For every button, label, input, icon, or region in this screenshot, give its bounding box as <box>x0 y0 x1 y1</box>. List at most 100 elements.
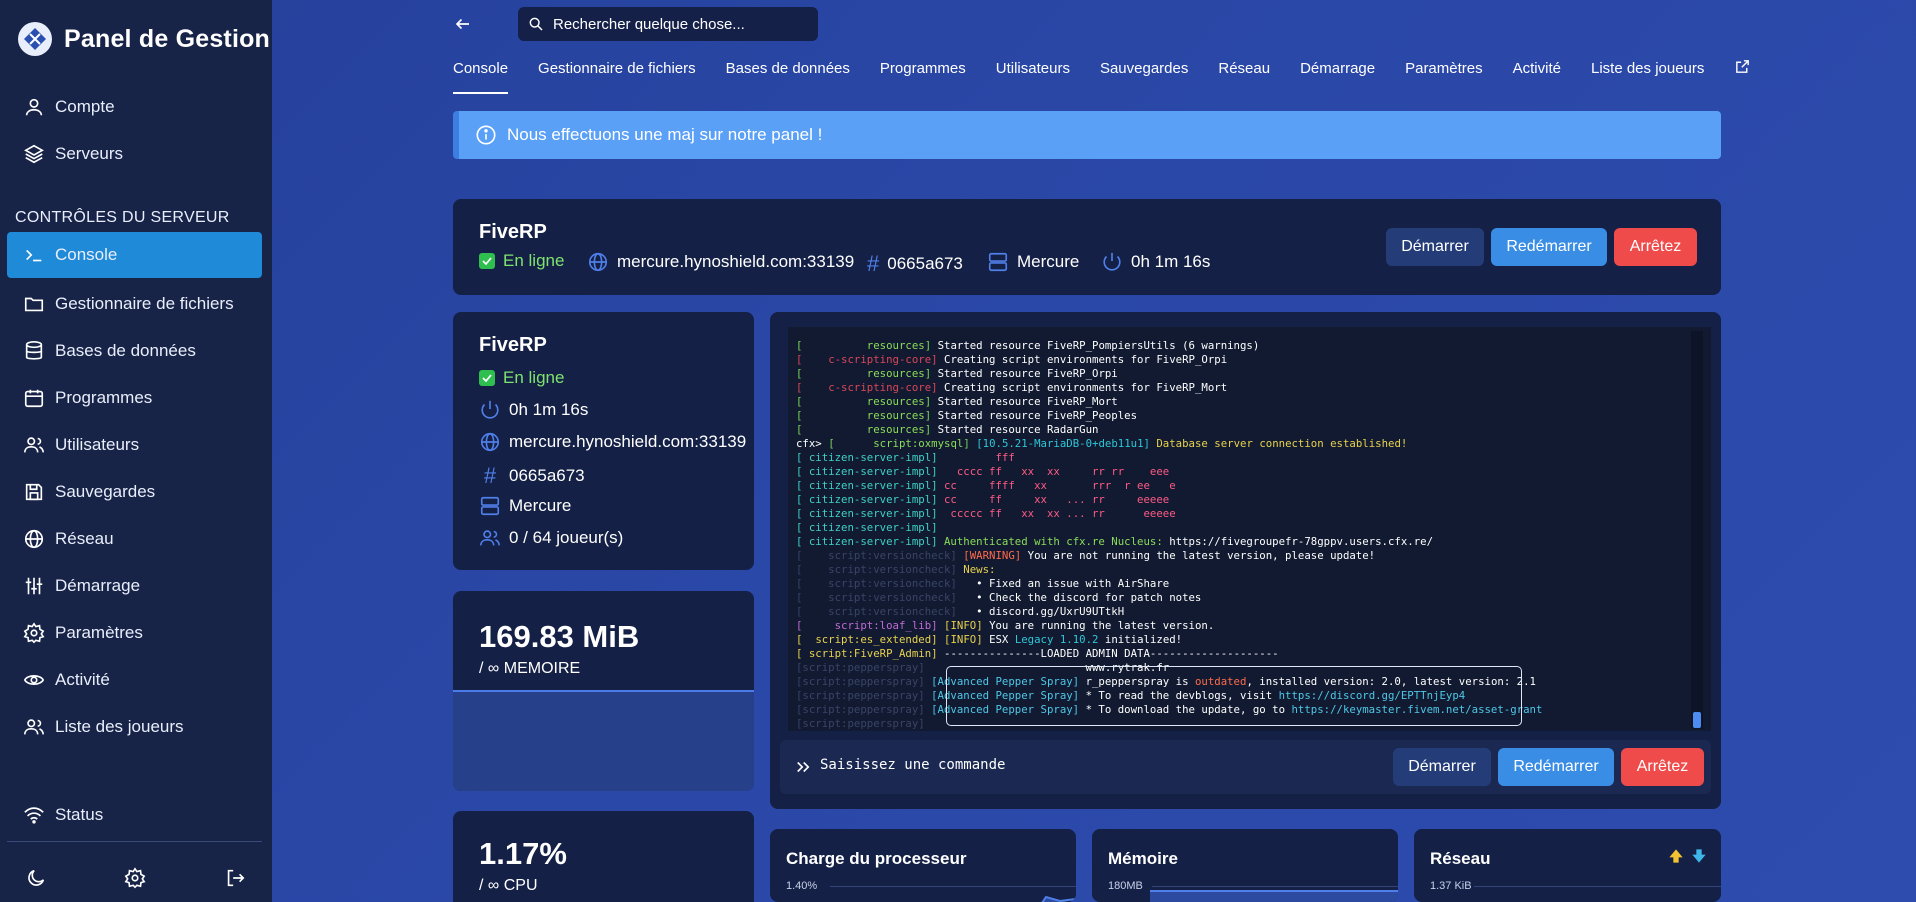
sidebar-item-label: Bases de données <box>55 341 196 360</box>
terminal-segment: ] <box>931 353 945 366</box>
terminal-segment: c-scripting-core <box>828 353 932 366</box>
back-button[interactable] <box>450 11 476 37</box>
tab-utilisateurs[interactable]: Utilisateurs <box>996 60 1070 94</box>
tab-sauvegardes[interactable]: Sauvegardes <box>1100 60 1188 94</box>
gear-icon <box>124 867 146 889</box>
terminal-segment: [ script:versioncheck] <box>796 591 964 604</box>
terminal-segment: https://fivegroupefr-78gppv.users.cfx.re… <box>1169 535 1434 548</box>
tab-fichiers[interactable]: Gestionnaire de fichiers <box>538 60 696 94</box>
sidebar-item-reseau[interactable]: Réseau <box>7 516 262 562</box>
hash-icon: # <box>867 251 880 276</box>
terminal-segment: [ citizen-server-impl] <box>796 493 944 506</box>
tab-bases[interactable]: Bases de données <box>726 60 850 94</box>
moon-icon <box>28 869 45 886</box>
external-link-icon[interactable] <box>1734 58 1754 78</box>
terminal-segment: ] <box>931 619 945 632</box>
sidebar-item-label: Paramètres <box>55 623 143 642</box>
terminal-segment: c-scripting-core <box>828 381 932 394</box>
start-button[interactable]: Démarrer <box>1386 228 1484 266</box>
sidebar-item-sauvegardes[interactable]: Sauvegardes <box>7 469 262 515</box>
info-players: 0 / 64 joueur(s) <box>479 527 623 549</box>
restart-button[interactable]: Redémarrer <box>1498 748 1614 786</box>
tab-reseau[interactable]: Réseau <box>1218 60 1270 94</box>
tab-demarrage[interactable]: Démarrage <box>1300 60 1375 94</box>
terminal-segment: News: <box>963 563 996 576</box>
terminal-segment: Started resource FiveRP_Orpi <box>937 367 1118 380</box>
terminal-line: [ citizen-server-impl] cc ffff xx rrr r … <box>796 479 1542 493</box>
terminal-segment: cccc ff xx xx rr rr eee <box>944 465 1170 478</box>
terminal-segment: Started resource FiveRP_Peoples <box>937 409 1138 422</box>
tab-console[interactable]: Console <box>453 60 509 94</box>
terminal-segment: [ script:versioncheck] <box>796 577 964 590</box>
graph-axis-label: 1.37 KiB <box>1430 880 1472 892</box>
terminal-scrollbar[interactable] <box>1691 331 1703 729</box>
sidebar-item-utilisateurs[interactable]: Utilisateurs <box>7 422 262 468</box>
terminal-segment: resources <box>866 339 925 352</box>
stop-button[interactable]: Arrêtez <box>1614 228 1697 266</box>
search-input[interactable] <box>553 15 803 33</box>
terminal-segment: [ <box>796 423 867 436</box>
sidebar-item-parametres[interactable]: Paramètres <box>7 610 262 656</box>
sidebar-item-console[interactable]: Console <box>7 232 262 278</box>
start-button[interactable]: Démarrer <box>1393 748 1491 786</box>
terminal-line: [ resources] Started resource FiveRP_Pom… <box>796 339 1542 353</box>
sidebar-item-activite[interactable]: Activité <box>7 657 262 703</box>
logout-button[interactable] <box>221 864 249 892</box>
search-icon <box>529 17 543 31</box>
tab-parametres[interactable]: Paramètres <box>1405 60 1483 94</box>
graph-title: Charge du processeur <box>786 849 967 868</box>
terminal-segment: Creating script environments for FiveRP_… <box>944 381 1228 394</box>
terminal-segment: ] <box>931 633 945 646</box>
sidebar-item-compte[interactable]: Compte <box>7 84 262 130</box>
server-id: # 0665a673 <box>867 251 963 277</box>
sidebar-item-bases[interactable]: Bases de données <box>7 328 262 374</box>
globe-icon <box>480 432 500 452</box>
dark-mode-toggle[interactable] <box>22 864 50 892</box>
terminal-segment: Authenticated with cfx.re Nucleus: <box>944 535 1170 548</box>
info-uptime: 0h 1m 16s <box>479 399 588 421</box>
hash-icon: # <box>483 463 497 488</box>
tab-activite[interactable]: Activité <box>1513 60 1561 94</box>
settings-button[interactable] <box>121 864 149 892</box>
upload-icon <box>1669 849 1683 863</box>
sidebar-item-serveurs[interactable]: Serveurs <box>7 131 262 177</box>
terminal-segment: [script:pepperspray] <box>796 717 932 730</box>
terminal-segment: [ <box>796 619 835 632</box>
tab-programmes[interactable]: Programmes <box>880 60 966 94</box>
sidebar-item-demarrage[interactable]: Démarrage <box>7 563 262 609</box>
terminal-segment: [ <box>828 437 874 450</box>
sidebar-item-fichiers[interactable]: Gestionnaire de fichiers <box>7 281 262 327</box>
terminal-segment: [ <box>796 647 809 660</box>
terminal-segment: [ <box>796 339 867 352</box>
terminal-segment: [ script:versioncheck] <box>796 563 964 576</box>
memory-graph-area <box>1150 890 1398 902</box>
terminal-line: [ script:loaf_lib] [INFO] You are runnin… <box>796 619 1542 633</box>
command-input[interactable] <box>820 757 1320 773</box>
globe-icon <box>24 529 44 549</box>
search-bar[interactable] <box>518 7 818 41</box>
sidebar-item-joueurs[interactable]: Liste des joueurs <box>7 704 262 750</box>
terminal-line: [ c-scripting-core] Creating script envi… <box>796 353 1542 367</box>
terminal-segment: [ citizen-server-impl] <box>796 451 944 464</box>
sidebar-item-status[interactable]: Status <box>7 792 262 838</box>
info-node: Mercure <box>479 495 571 517</box>
memory-label: / ∞ MEMOIRE <box>479 660 581 677</box>
terminal-scrollbar-thumb[interactable] <box>1693 712 1701 728</box>
brand[interactable]: Panel de Gestion <box>18 22 270 56</box>
command-bar: Démarrer Redémarrer Arrêtez <box>780 740 1711 794</box>
stop-button[interactable]: Arrêtez <box>1621 748 1704 786</box>
terminal-line: [ resources] Started resource RadarGun <box>796 423 1542 437</box>
brand-logo-icon <box>18 22 52 56</box>
tab-joueurs[interactable]: Liste des joueurs <box>1591 60 1704 94</box>
terminal-line: [ citizen-server-impl] ccccc ff xx xx ..… <box>796 507 1542 521</box>
terminal-output[interactable]: [ resources] Started resource FiveRP_Pom… <box>788 327 1711 731</box>
server-node: Mercure <box>987 251 1079 273</box>
arrow-left-icon <box>455 18 469 30</box>
terminal-icon <box>26 249 42 262</box>
brand-title: Panel de Gestion <box>64 24 271 53</box>
restart-button[interactable]: Redémarrer <box>1491 228 1607 266</box>
terminal-segment: script:loaf_lib <box>834 619 932 632</box>
sidebar-item-programmes[interactable]: Programmes <box>7 375 262 421</box>
cpu-graph-line <box>1041 895 1076 902</box>
terminal-segment: cfx> <box>796 437 829 450</box>
